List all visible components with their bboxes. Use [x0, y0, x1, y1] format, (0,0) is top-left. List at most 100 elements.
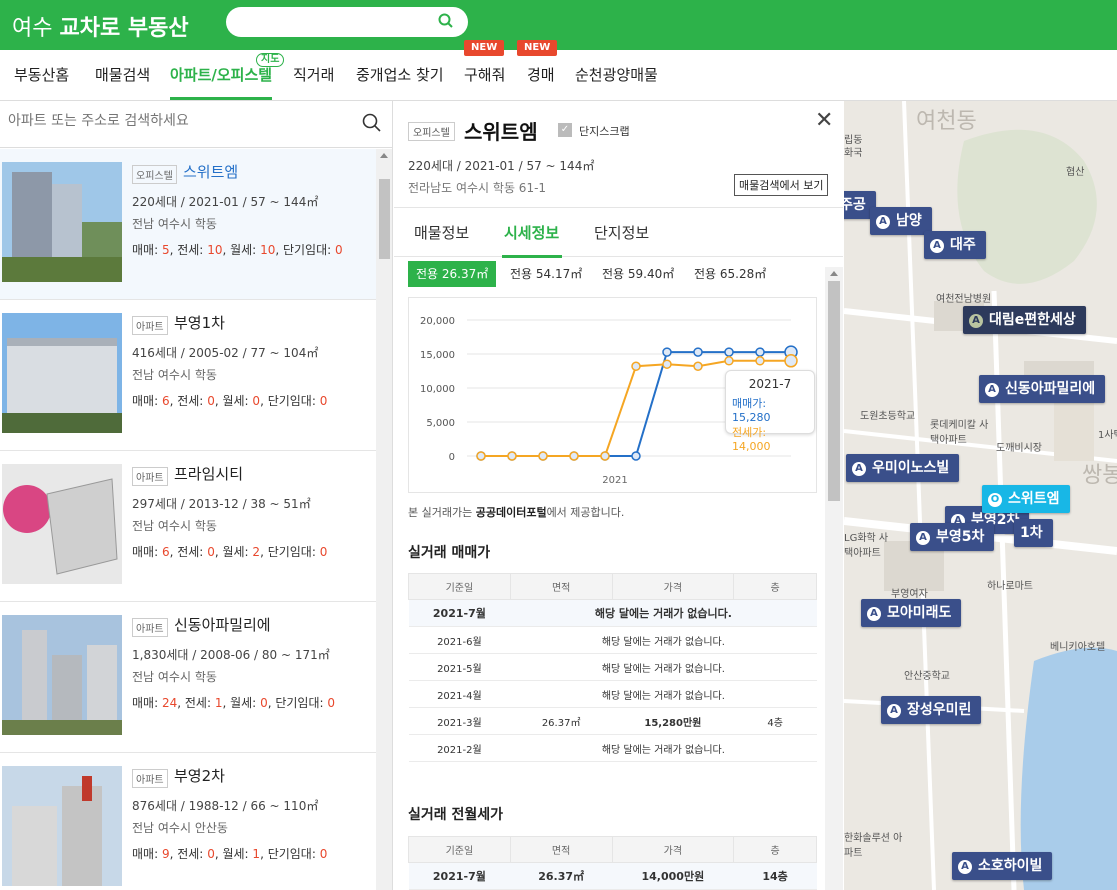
apartment-address: 전남 여수시 학동: [132, 519, 217, 533]
data-point[interactable]: [476, 451, 486, 461]
apartment-info: 1,830세대 / 2008-06 / 80 ~ 171㎡: [132, 648, 330, 662]
data-point[interactable]: [507, 451, 517, 461]
detail-info: 220세대 / 2021-01 / 57 ~ 144㎡: [408, 159, 595, 173]
map-marker[interactable]: A 부영5차: [910, 523, 995, 551]
map-view[interactable]: 여천동 협산 여천전남병원 도원초등학교 롯데케미칼 사택아파트 도깨비시장 쌍…: [844, 101, 1117, 890]
data-point[interactable]: [631, 451, 641, 461]
map-label: 롯데케미칼 사택아파트: [930, 420, 989, 446]
nav-home[interactable]: 부동산홈: [14, 50, 69, 100]
scrap-label[interactable]: 단지스크랩: [579, 123, 630, 139]
apartment-list-pane: 오피스텔 스위트엠 220세대 / 2021-01 / 57 ~ 144㎡ 전남…: [0, 101, 393, 890]
search-icon[interactable]: [438, 13, 454, 33]
type-tag: 오피스텔: [408, 122, 455, 141]
tab-listing[interactable]: 매물정보: [414, 222, 469, 243]
data-point[interactable]: [662, 359, 672, 369]
apartment-name[interactable]: 스위트엠: [183, 161, 238, 182]
apartment-address: 전남 여수시 학동: [132, 670, 217, 684]
area-option[interactable]: 전용 59.40㎡: [594, 261, 682, 287]
area-option[interactable]: 전용 26.37㎡: [408, 261, 497, 287]
apartment-info: 416세대 / 2005-02 / 77 ~ 104㎡: [132, 346, 319, 360]
data-point[interactable]: [693, 347, 703, 357]
scrap-checkbox[interactable]: ✓: [558, 123, 572, 137]
type-tag: 아파트: [132, 769, 168, 788]
tab-price[interactable]: 시세정보: [504, 222, 559, 243]
data-point[interactable]: [631, 361, 641, 371]
apartment-name[interactable]: 프라임시티: [174, 463, 243, 484]
search-icon[interactable]: [362, 113, 382, 137]
data-point[interactable]: [538, 451, 548, 461]
data-point[interactable]: [784, 354, 798, 368]
list-scroll-thumb[interactable]: [379, 179, 390, 259]
detail-scrollbar[interactable]: [825, 267, 843, 890]
map-label: 여천동: [916, 109, 977, 134]
apartment-address: 전남 여수시 안산동: [132, 821, 228, 835]
list-scrollbar[interactable]: [376, 149, 392, 890]
table-row: 2021-4월 해당 달에는 거래가 없습니다.: [408, 680, 817, 708]
map-label: LG화학 사택아파트: [844, 533, 889, 559]
scroll-up-icon[interactable]: [380, 153, 388, 158]
nav-auction[interactable]: 경매 NEW: [517, 40, 558, 100]
data-point[interactable]: [600, 451, 610, 461]
map-marker-selected[interactable]: O 스위트엠: [982, 485, 1070, 513]
map-marker[interactable]: A 소호하이빌: [952, 852, 1053, 880]
list-item[interactable]: 아파트 신동아파밀리에 1,830세대 / 2008-06 / 80 ~ 171…: [0, 602, 376, 753]
data-point[interactable]: [693, 361, 703, 371]
list-item[interactable]: 아파트 프라임시티 297세대 / 2013-12 / 38 ~ 51㎡ 전남 …: [0, 451, 376, 602]
site-logo[interactable]: 여수 교차로 부동산: [12, 10, 189, 42]
apartment-photo: [2, 766, 122, 886]
apartment-address: 전남 여수시 학동: [132, 368, 217, 382]
map-marker[interactable]: A 모아미래도: [861, 599, 962, 627]
apartment-photo: [2, 162, 122, 282]
nav-suncheon[interactable]: 순천광양매물: [575, 50, 658, 100]
map-marker[interactable]: A 대림e편한세상: [963, 306, 1086, 334]
nav-direct[interactable]: 직거래: [293, 50, 334, 100]
y-tick-label: 5,000: [426, 418, 455, 429]
view-in-search-button[interactable]: 매물검색에서 보기: [734, 174, 829, 196]
apartment-name[interactable]: 신동아파밀리에: [174, 614, 271, 635]
map-label: 도깨비시장: [996, 443, 1042, 454]
tab-complex[interactable]: 단지정보: [594, 222, 649, 243]
type-tag: 아파트: [132, 467, 168, 486]
scroll-up-icon[interactable]: [830, 271, 838, 276]
apartment-name[interactable]: 부영2차: [174, 765, 225, 786]
map-label: 쌍봉: [1082, 463, 1117, 488]
apartment-name[interactable]: 부영1차: [174, 312, 225, 333]
trade-counts: 매매: 5, 전세: 10, 월세: 10, 단기임대: 0: [132, 243, 343, 257]
area-option[interactable]: 전용 65.28㎡: [686, 261, 774, 287]
new-badge: NEW: [517, 40, 558, 56]
nav-search[interactable]: 매물검색: [95, 50, 150, 100]
y-tick-label: 20,000: [420, 316, 455, 327]
apartment-address: 전남 여수시 학동: [132, 217, 217, 231]
list-item[interactable]: 아파트 부영2차 876세대 / 1988-12 / 66 ~ 110㎡ 전남 …: [0, 753, 376, 890]
map-marker[interactable]: A 대주: [924, 231, 986, 259]
data-point[interactable]: [569, 451, 579, 461]
nav-request[interactable]: 구해줘 NEW: [464, 40, 505, 100]
data-point[interactable]: [724, 347, 734, 357]
detail-scroll-thumb[interactable]: [828, 281, 840, 501]
area-option[interactable]: 전용 54.17㎡: [502, 261, 590, 287]
nav-apartment[interactable]: 아파트/오피스텔 지도: [170, 50, 285, 100]
lease-table: 기준일 면적 가격 층 2021-7월 26.37㎡ 14,000만원 14층: [408, 836, 817, 890]
apartment-search-input[interactable]: [8, 113, 348, 129]
table-row: 2021-3월 26.37㎡ 15,280만원 4층: [408, 707, 817, 735]
y-tick-label: 0: [449, 452, 455, 463]
close-icon[interactable]: ✕: [815, 110, 833, 132]
sale-table: 기준일 면적 가격 층 2021-7월 해당 달에는 거래가 없습니다. 2021…: [408, 573, 817, 762]
map-marker[interactable]: A 남양: [870, 207, 932, 235]
apartment-info: 297세대 / 2013-12 / 38 ~ 51㎡: [132, 497, 311, 511]
map-marker[interactable]: A 신동아파밀리에: [979, 375, 1106, 403]
data-point[interactable]: [724, 356, 734, 366]
map-label: 하나로마트: [987, 581, 1033, 592]
site-search-input[interactable]: [226, 7, 468, 37]
list-item[interactable]: 오피스텔 스위트엠 220세대 / 2021-01 / 57 ~ 144㎡ 전남…: [0, 149, 376, 300]
data-point[interactable]: [662, 347, 672, 357]
map-marker[interactable]: A 장성우미린: [881, 696, 982, 724]
map-marker[interactable]: A 우미이노스빌: [846, 454, 960, 482]
map-marker[interactable]: 1차: [1014, 519, 1053, 547]
x-tick-label: 2021: [602, 475, 627, 486]
map-label: 협산: [1066, 167, 1085, 178]
list-item[interactable]: 아파트 부영1차 416세대 / 2005-02 / 77 ~ 104㎡ 전남 …: [0, 300, 376, 451]
nav-agency[interactable]: 중개업소 찾기: [356, 50, 444, 100]
data-point[interactable]: [755, 356, 765, 366]
data-point[interactable]: [755, 347, 765, 357]
